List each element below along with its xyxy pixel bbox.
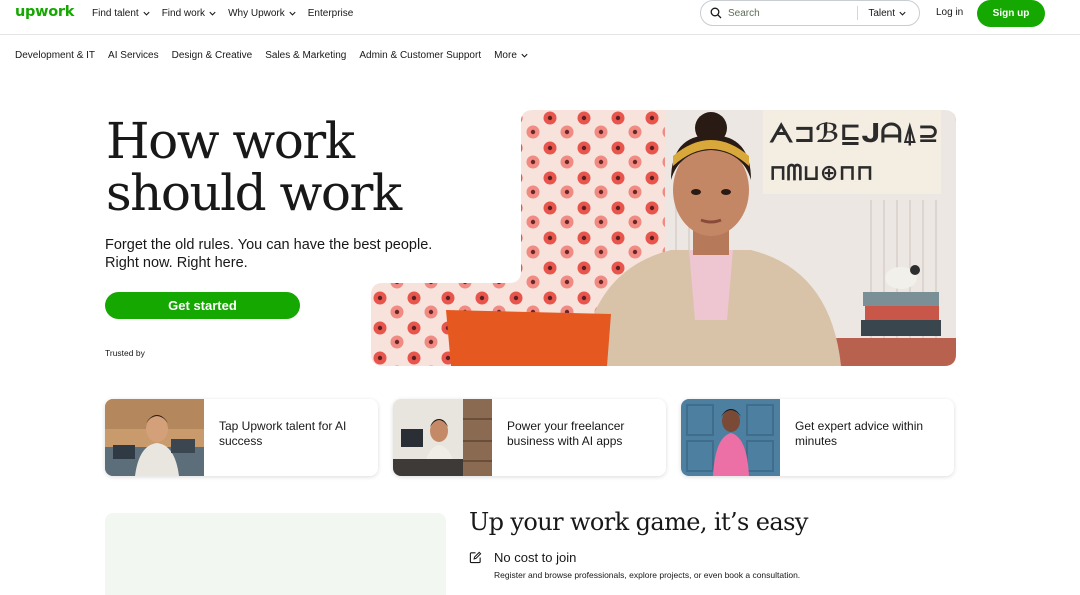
nav-find-work[interactable]: Find work (162, 8, 217, 19)
category-more[interactable]: More (494, 50, 529, 61)
search-category-dropdown[interactable]: Talent (868, 8, 907, 19)
card-image-ai-talent (105, 399, 204, 476)
card-image-freelancer-apps (393, 399, 492, 476)
search-category-label: Talent (868, 7, 895, 19)
chevron-down-icon (521, 53, 528, 58)
category-ai-services[interactable]: AI Services (108, 50, 159, 61)
nav-why-upwork[interactable]: Why Upwork (228, 8, 297, 19)
category-more-label: More (494, 50, 517, 61)
category-sales-marketing[interactable]: Sales & Marketing (265, 50, 346, 61)
card-expert-advice[interactable]: Get expert advice within minutes (681, 399, 954, 476)
nav-find-talent[interactable]: Find talent (92, 8, 151, 19)
svg-text:ᗅ⊐ℬ⊑ᒍᗩ⍋⊇: ᗅ⊐ℬ⊑ᒍᗩ⍋⊇ (769, 119, 939, 149)
nav-find-work-label: Find work (161, 8, 206, 19)
signup-button[interactable]: Sign up (977, 0, 1045, 27)
login-link[interactable]: Log in (936, 7, 963, 18)
get-started-button[interactable]: Get started (105, 292, 300, 319)
category-design-creative[interactable]: Design & Creative (172, 50, 253, 61)
upwork-logo[interactable]: upwork (15, 4, 74, 20)
svg-text:⊓ᗰ⊔⊕⊓⊓: ⊓ᗰ⊔⊕⊓⊓ (769, 161, 873, 186)
chevron-down-icon (899, 11, 906, 16)
category-bar: Development & IT AI Services Design & Cr… (15, 50, 542, 61)
nav-enterprise-label: Enterprise (307, 8, 354, 19)
feature-image-panel (105, 513, 446, 595)
card-expert-advice-text: Get expert advice within minutes (795, 419, 924, 448)
feature-title: No cost to join (494, 550, 577, 565)
nav-enterprise[interactable]: Enterprise (308, 8, 354, 19)
chevron-down-icon (143, 11, 150, 16)
nav-why-upwork-label: Why Upwork (228, 8, 285, 19)
search-divider (857, 6, 859, 20)
top-header: upwork Find talent Find work Why Upwork … (0, 0, 1080, 35)
card-image-expert-advice (681, 399, 780, 476)
search-icon (710, 7, 722, 19)
main-nav: Find talent Find work Why Upwork Enterpr… (92, 8, 364, 19)
trusted-by-label: Trusted by (105, 348, 145, 358)
edit-icon (469, 551, 482, 564)
chevron-down-icon (289, 11, 296, 16)
section-title: Up your work game, it’s easy (469, 508, 808, 536)
nav-find-talent-label: Find talent (92, 8, 139, 19)
card-freelancer-apps[interactable]: Power your freelancer business with AI a… (393, 399, 666, 476)
card-freelancer-apps-text: Power your freelancer business with AI a… (507, 419, 625, 448)
search-bar[interactable]: Search Talent (700, 0, 920, 26)
category-admin-support[interactable]: Admin & Customer Support (359, 50, 481, 61)
card-ai-talent[interactable]: Tap Upwork talent for AI success (105, 399, 378, 476)
search-input[interactable]: Search (728, 8, 857, 19)
card-ai-talent-text: Tap Upwork talent for AI success (219, 419, 347, 448)
chevron-down-icon (209, 11, 216, 16)
feature-description: Register and browse professionals, explo… (494, 570, 801, 580)
category-development-it[interactable]: Development & IT (15, 50, 95, 61)
hero-image: ᗅ⊐ℬ⊑ᒍᗩ⍋⊇ ⊓ᗰ⊔⊕⊓⊓ (371, 110, 956, 366)
